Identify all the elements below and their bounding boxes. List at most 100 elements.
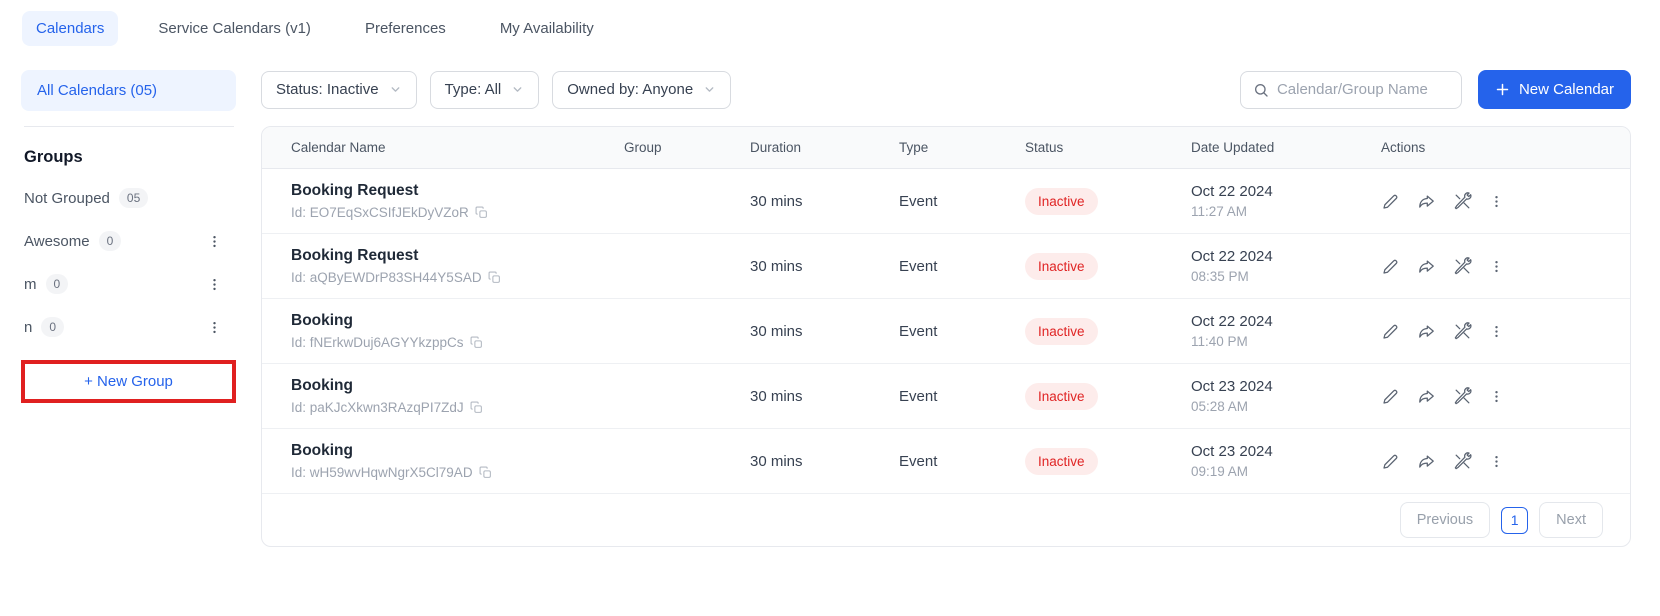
column-header-status: Status — [1025, 140, 1064, 155]
sidebar-divider — [24, 126, 234, 127]
date-updated: Oct 22 2024 — [1191, 248, 1273, 265]
tools-icon[interactable] — [1453, 451, 1472, 471]
tab-my-availability[interactable]: My Availability — [486, 11, 608, 46]
copy-icon[interactable] — [479, 466, 492, 479]
table-header-row: Calendar Name Group Duration Type Status… — [262, 127, 1630, 169]
column-header-duration: Duration — [750, 140, 802, 155]
new-calendar-button[interactable]: New Calendar — [1477, 70, 1631, 109]
current-page-button[interactable]: 1 — [1501, 506, 1529, 534]
copy-icon[interactable] — [470, 336, 483, 349]
calendar-type: Event — [899, 387, 938, 405]
tab-preferences[interactable]: Preferences — [351, 11, 460, 46]
calendar-name: Booking Request — [291, 247, 419, 264]
share-icon[interactable] — [1417, 192, 1436, 211]
column-header-calendar-name: Calendar Name — [291, 140, 386, 155]
owned-by-filter-dropdown[interactable]: Owned by: Anyone — [552, 70, 732, 109]
calendar-duration: 30 mins — [750, 192, 803, 210]
filter-toolbar: Status: Inactive Type: All Owned by: Any… — [261, 70, 1631, 109]
calendar-id: Id: wH59wvHqwNgrX5Cl79AD — [291, 465, 473, 480]
tab-service-calendars-v1[interactable]: Service Calendars (v1) — [144, 11, 325, 46]
group-name: m — [24, 275, 37, 293]
new-calendar-label: New Calendar — [1518, 81, 1614, 98]
calendar-duration: 30 mins — [750, 387, 803, 405]
group-item-awesome[interactable]: Awesome 0 — [21, 229, 236, 253]
calendar-id: Id: aQByEWDrP83SH44Y5SAD — [291, 270, 482, 285]
calendar-name: Booking Request — [291, 182, 419, 199]
more-options-icon[interactable] — [1489, 193, 1504, 210]
column-header-actions: Actions — [1381, 140, 1426, 155]
calendar-name: Booking — [291, 312, 353, 329]
tools-icon[interactable] — [1453, 191, 1472, 211]
time-updated: 09:19 AM — [1191, 464, 1249, 479]
calendar-type: Event — [899, 452, 938, 470]
calendar-id: Id: paKJcXkwn3RAzqPI7ZdJ — [291, 400, 464, 415]
status-badge: Inactive — [1025, 447, 1098, 475]
copy-icon[interactable] — [475, 206, 488, 219]
calendar-id: Id: EO7EqSxCSIfJEkDyVZoR — [291, 205, 469, 220]
more-options-icon[interactable] — [1489, 323, 1504, 340]
type-filter-dropdown[interactable]: Type: All — [429, 70, 540, 109]
tools-icon[interactable] — [1453, 256, 1472, 276]
group-menu-icon[interactable] — [205, 275, 224, 294]
group-item-m[interactable]: m 0 — [21, 272, 236, 296]
group-menu-icon[interactable] — [205, 318, 224, 337]
plus-icon — [1496, 83, 1509, 96]
group-item-not-grouped[interactable]: Not Grouped 05 — [21, 186, 236, 210]
next-page-button[interactable]: Next — [1539, 502, 1603, 538]
more-options-icon[interactable] — [1489, 453, 1504, 470]
table-row: Booking Request Id: EO7EqSxCSIfJEkDyVZoR… — [262, 169, 1630, 234]
table-row: Booking Request Id: aQByEWDrP83SH44Y5SAD… — [262, 234, 1630, 299]
calendar-type: Event — [899, 192, 938, 210]
time-updated: 05:28 AM — [1191, 399, 1249, 414]
status-badge: Inactive — [1025, 187, 1098, 215]
new-group-button[interactable]: + New Group — [25, 364, 232, 399]
sidebar-item-all-calendars[interactable]: All Calendars (05) — [21, 70, 236, 111]
date-updated: Oct 23 2024 — [1191, 378, 1273, 395]
previous-page-button[interactable]: Previous — [1399, 502, 1491, 538]
group-count-badge: 05 — [118, 188, 149, 208]
group-item-n[interactable]: n 0 — [21, 315, 236, 339]
date-updated: Oct 23 2024 — [1191, 443, 1273, 460]
calendar-type: Event — [899, 322, 938, 340]
calendars-table-card: Calendar Name Group Duration Type Status… — [261, 126, 1631, 547]
copy-icon[interactable] — [488, 271, 501, 284]
status-filter-dropdown[interactable]: Status: Inactive — [261, 70, 417, 109]
edit-icon[interactable] — [1381, 257, 1400, 276]
share-icon[interactable] — [1417, 452, 1436, 471]
edit-icon[interactable] — [1381, 452, 1400, 471]
edit-icon[interactable] — [1381, 322, 1400, 341]
group-menu-icon[interactable] — [205, 232, 224, 251]
date-updated: Oct 22 2024 — [1191, 313, 1273, 330]
owned-by-filter-label: Owned by: Anyone — [567, 81, 694, 98]
column-header-group: Group — [624, 140, 662, 155]
calendar-duration: 30 mins — [750, 322, 803, 340]
copy-icon[interactable] — [470, 401, 483, 414]
chevron-down-icon — [391, 87, 399, 92]
edit-icon[interactable] — [1381, 192, 1400, 211]
calendar-name: Booking — [291, 377, 353, 394]
edit-icon[interactable] — [1381, 387, 1400, 406]
status-badge: Inactive — [1025, 382, 1098, 410]
share-icon[interactable] — [1417, 387, 1436, 406]
status-badge: Inactive — [1025, 317, 1098, 345]
time-updated: 11:27 AM — [1191, 204, 1248, 219]
share-icon[interactable] — [1417, 257, 1436, 276]
more-options-icon[interactable] — [1489, 388, 1504, 405]
calendar-duration: 30 mins — [750, 257, 803, 275]
tab-calendars[interactable]: Calendars — [22, 11, 119, 46]
tools-icon[interactable] — [1453, 386, 1472, 406]
sidebar: All Calendars (05) Groups Not Grouped 05… — [21, 70, 236, 403]
status-badge: Inactive — [1025, 252, 1098, 280]
status-filter-label: Status: Inactive — [276, 81, 379, 98]
tools-icon[interactable] — [1453, 321, 1472, 341]
group-name: Not Grouped — [24, 189, 110, 207]
calendar-type: Event — [899, 257, 938, 275]
main-content: Status: Inactive Type: All Owned by: Any… — [261, 70, 1631, 547]
group-count-badge: 0 — [45, 274, 69, 294]
search-input[interactable] — [1276, 81, 1449, 98]
chevron-down-icon — [705, 87, 714, 92]
share-icon[interactable] — [1417, 322, 1436, 341]
type-filter-label: Type: All — [444, 81, 502, 98]
table-row: Booking Id: paKJcXkwn3RAzqPI7ZdJ 30 mins… — [262, 364, 1630, 429]
more-options-icon[interactable] — [1489, 258, 1504, 275]
